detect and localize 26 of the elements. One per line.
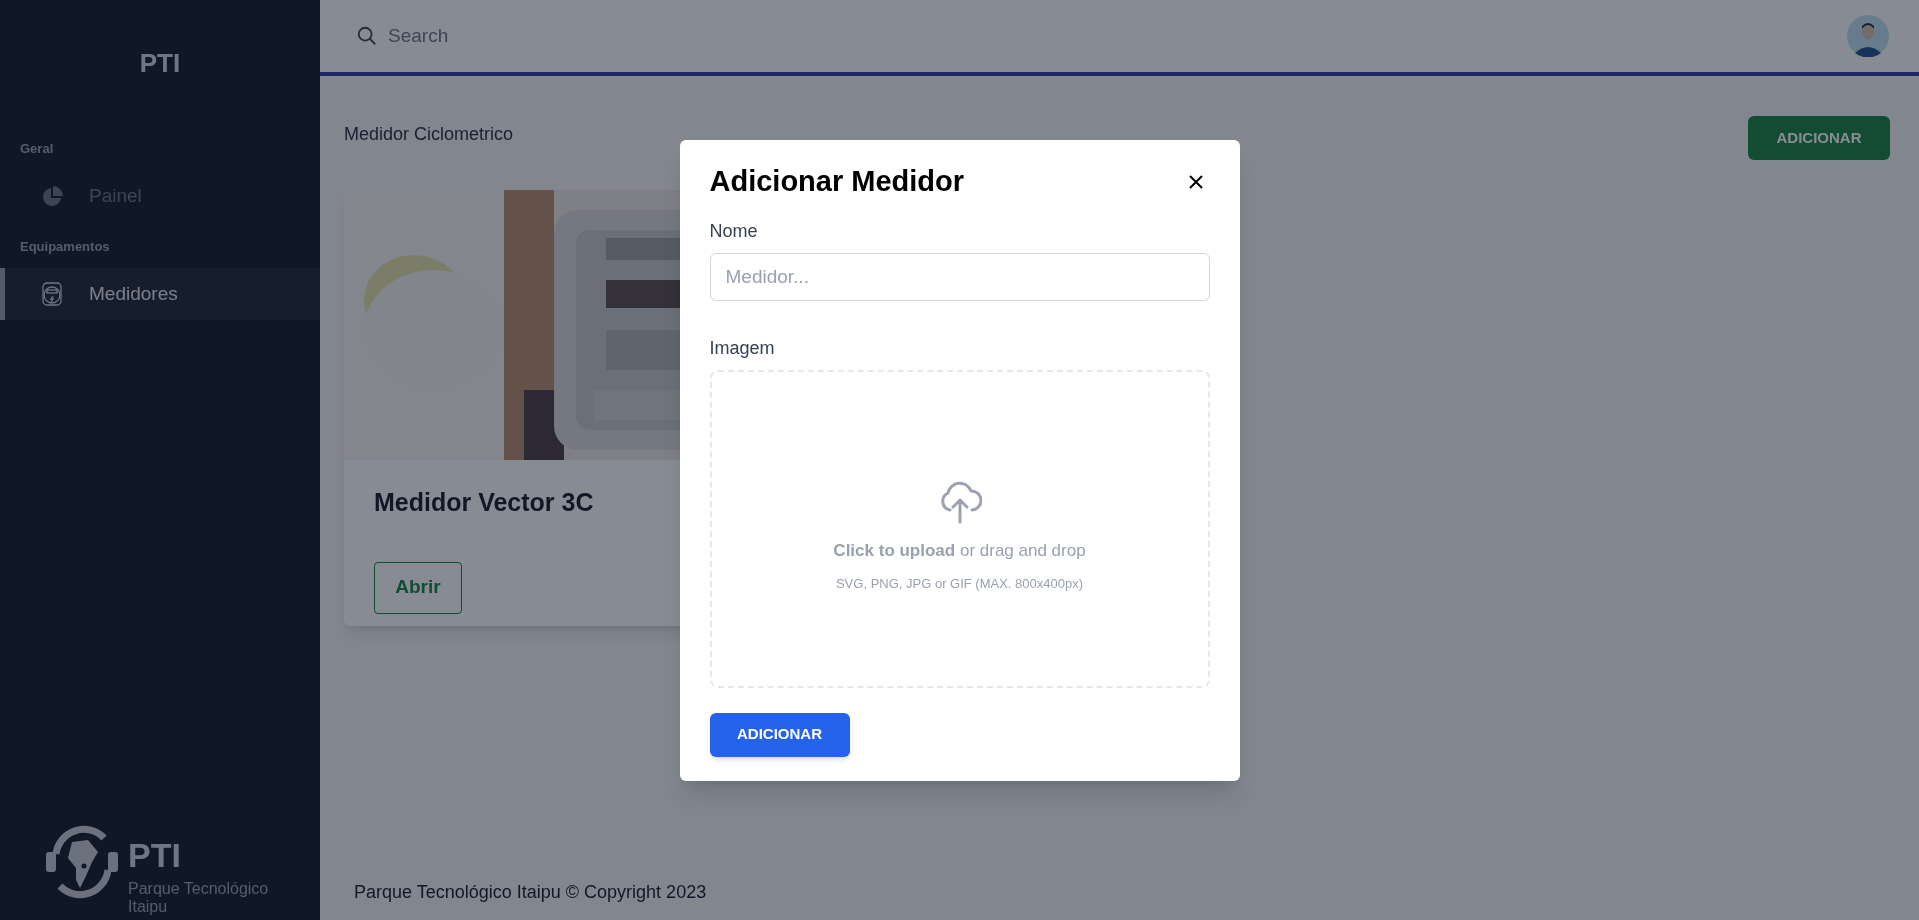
sidebar-heading: Geral [19, 140, 55, 158]
submit-button[interactable]: ADICIONAR [709, 712, 850, 757]
modal-title: Adicionar Medidor [709, 164, 965, 199]
logo-text: PTI [128, 838, 182, 872]
add-button[interactable]: ADICIONAR [1748, 116, 1890, 160]
globe-logo-icon [44, 824, 120, 900]
field-label: Imagem [709, 336, 776, 360]
logo-caption: Parque Tecnológico Itaipu [128, 880, 270, 916]
sidebar-item[interactable]: Medidores [0, 268, 320, 320]
page-title: Medidor Ciclometrico [344, 122, 514, 146]
close-icon [1188, 174, 1203, 189]
sidebar-title: PTI [138, 47, 182, 80]
search-field[interactable]: Search [388, 21, 688, 51]
upload-instructions: Click to upload or drag and drop [833, 540, 1086, 562]
sidebar-heading: Equipamentos [19, 237, 111, 256]
search-icon [356, 25, 378, 47]
avatar[interactable] [1847, 15, 1889, 57]
field-label: Nome [709, 219, 759, 243]
pie-chart-icon [41, 185, 63, 208]
card-title: Medidor Vector 3C [374, 487, 594, 518]
name-input-field[interactable]: Medidor... [709, 252, 1210, 301]
meter-icon [41, 282, 63, 306]
upload-dropzone[interactable]: Click to upload or drag and drop SVG, PNG, JPG or GIF (MAX. 800x400px) [709, 369, 1210, 688]
upload-hint: SVG, PNG, JPG or GIF (MAX. 800x400px) [835, 574, 1084, 593]
footer-text: Parque Tecnológico Itaipu © Copyright 2023 [354, 882, 707, 902]
open-button[interactable]: Abrir [374, 561, 462, 614]
